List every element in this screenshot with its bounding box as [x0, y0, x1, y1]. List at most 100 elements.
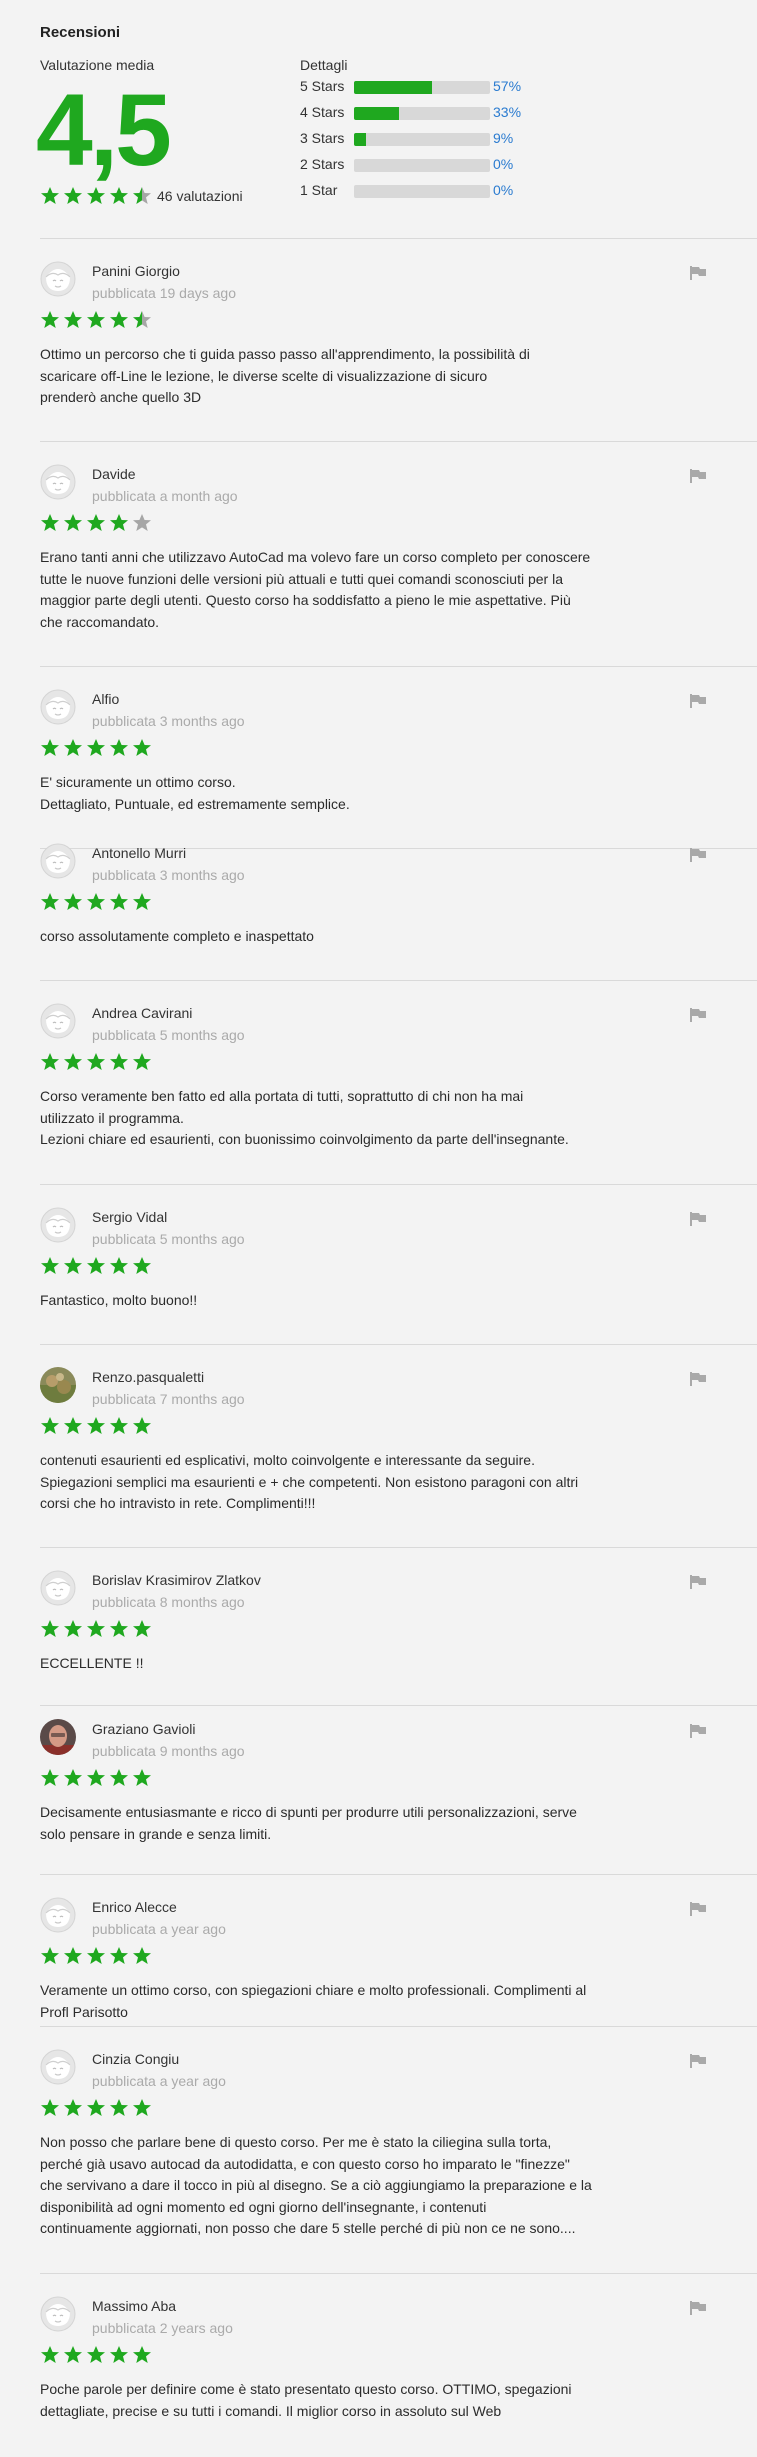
review-date: pubblicata 3 months ago: [92, 713, 245, 729]
review-text-line: Profl Parisotto: [40, 2003, 128, 2020]
report-flag-icon[interactable]: [689, 265, 707, 281]
star-filled-icon: [64, 1257, 82, 1274]
star-filled-icon: [87, 2346, 105, 2363]
rating-bar-track: [354, 133, 490, 146]
review-text-line: continuamente aggiornati, non posso che …: [40, 2220, 576, 2236]
star-filled-icon: [110, 1053, 128, 1070]
star-filled-icon: [64, 514, 82, 531]
star-filled-icon: [133, 1417, 151, 1434]
star-filled-icon: [64, 311, 82, 328]
separator: [40, 2273, 757, 2274]
rating-bar-track: [354, 185, 490, 198]
star-filled-icon: [87, 1053, 105, 1070]
review-date: pubblicata 3 months ago: [92, 867, 245, 883]
star-filled-icon: [87, 187, 105, 204]
report-flag-icon[interactable]: [689, 693, 707, 709]
review-text-line: corso assolutamente completo e inaspetta…: [40, 928, 314, 944]
review-stars: [40, 1256, 152, 1276]
review-text: Fantastico, molto buono!!: [40, 1290, 660, 1312]
star-half-icon: [133, 311, 151, 328]
review-author: Graziano Gavioli: [92, 1721, 196, 1737]
star-filled-icon: [41, 739, 59, 756]
review-text-line: Corso veramente ben fatto ed alla portat…: [40, 1088, 524, 1104]
review-date: pubblicata 7 months ago: [92, 1391, 245, 1407]
review-text-line: Erano tanti anni che utilizzavo AutoCad …: [40, 549, 591, 565]
review-text-line: che servivano a dare il tocco in più al …: [40, 2177, 592, 2193]
rating-bar-row: 3 Stars 9%: [300, 130, 560, 156]
star-filled-icon: [110, 1769, 128, 1786]
report-flag-icon[interactable]: [689, 2053, 707, 2069]
star-filled-icon: [87, 1257, 105, 1274]
avatar-photo: [40, 1367, 76, 1403]
rating-bar-track: [354, 107, 490, 120]
review-author: Massimo Aba: [92, 2298, 177, 2314]
review-text-line: che raccomandato.: [40, 613, 160, 630]
review-stars: [40, 513, 152, 533]
report-flag-icon[interactable]: [689, 1574, 707, 1590]
rating-bar-percent[interactable]: 0%: [493, 156, 513, 172]
rating-bar-percent[interactable]: 57%: [493, 78, 521, 94]
star-filled-icon: [133, 1257, 151, 1274]
review-text: Veramente un ottimo corso, con spiegazio…: [40, 1980, 660, 2023]
star-empty-icon: [133, 514, 151, 531]
review-date: pubblicata a year ago: [92, 1921, 226, 1937]
star-filled-icon: [64, 2346, 82, 2363]
rating-bar-label: 4 Stars: [300, 104, 345, 120]
review-stars: [40, 892, 152, 912]
rating-bar-percent[interactable]: 9%: [493, 130, 513, 146]
star-filled-icon: [41, 1417, 59, 1434]
separator: [40, 1184, 757, 1185]
separator: [40, 441, 757, 442]
review-text: ECCELLENTE !!: [40, 1653, 660, 1675]
star-filled-icon: [87, 311, 105, 328]
rating-bar-percent[interactable]: 0%: [493, 182, 513, 198]
avatar-icon: [40, 1207, 76, 1243]
review-stars: [40, 1416, 152, 1436]
separator: [40, 1874, 757, 1875]
rating-bar-label: 2 Stars: [300, 156, 345, 172]
review-stars: [40, 2098, 152, 2118]
review-date: pubblicata 5 months ago: [92, 1027, 245, 1043]
star-filled-icon: [110, 514, 128, 531]
star-filled-icon: [64, 1620, 82, 1637]
review-text: Poche parole per definire come è stato p…: [40, 2379, 660, 2422]
review-text-line: tutte le nuove funzioni delle versioni p…: [40, 570, 563, 587]
rating-bar-fill: [354, 81, 432, 94]
star-filled-icon: [87, 1769, 105, 1786]
star-filled-icon: [41, 187, 59, 204]
report-flag-icon[interactable]: [689, 468, 707, 484]
report-flag-icon[interactable]: [689, 1371, 707, 1387]
star-filled-icon: [41, 1257, 59, 1274]
star-filled-icon: [64, 1947, 82, 1964]
review-text-line: prenderò anche quello 3D: [40, 389, 202, 405]
avatar-icon: [40, 2049, 76, 2085]
report-flag-icon[interactable]: [689, 2300, 707, 2316]
review-text: Non posso che parlare bene di questo cor…: [40, 2132, 660, 2240]
report-flag-icon[interactable]: [689, 1901, 707, 1917]
review-text: contenuti esaurienti ed esplicativi, mol…: [40, 1450, 660, 1515]
report-flag-icon[interactable]: [689, 1007, 707, 1023]
review-author: Panini Giorgio: [92, 263, 180, 279]
review-text: Erano tanti anni che utilizzavo AutoCad …: [40, 547, 660, 633]
avatar-icon: [40, 1897, 76, 1933]
star-filled-icon: [41, 1620, 59, 1637]
details-label: Dettagli: [300, 57, 348, 73]
report-flag-icon[interactable]: [689, 1211, 707, 1227]
star-filled-icon: [64, 187, 82, 204]
review-text-line: Lezioni chiare ed esaurienti, con buonis…: [40, 1131, 569, 1147]
review-date: pubblicata 5 months ago: [92, 1231, 245, 1247]
report-flag-icon[interactable]: [689, 1723, 707, 1739]
rating-bar-row: 2 Stars 0%: [300, 156, 560, 182]
rating-bar-percent[interactable]: 33%: [493, 104, 521, 120]
avatar-icon: [40, 1003, 76, 1039]
star-filled-icon: [87, 893, 105, 910]
star-filled-icon: [41, 893, 59, 910]
star-filled-icon: [133, 2346, 151, 2363]
ratings-count: 46 valutazioni: [157, 188, 243, 204]
star-filled-icon: [64, 2099, 82, 2116]
review-text-line: maggior parte degli utenti. Questo corso…: [40, 592, 571, 608]
report-flag-icon[interactable]: [689, 847, 707, 863]
average-rating-value: 4,5: [36, 73, 172, 187]
star-filled-icon: [87, 2099, 105, 2116]
section-title: Recensioni: [40, 24, 121, 41]
